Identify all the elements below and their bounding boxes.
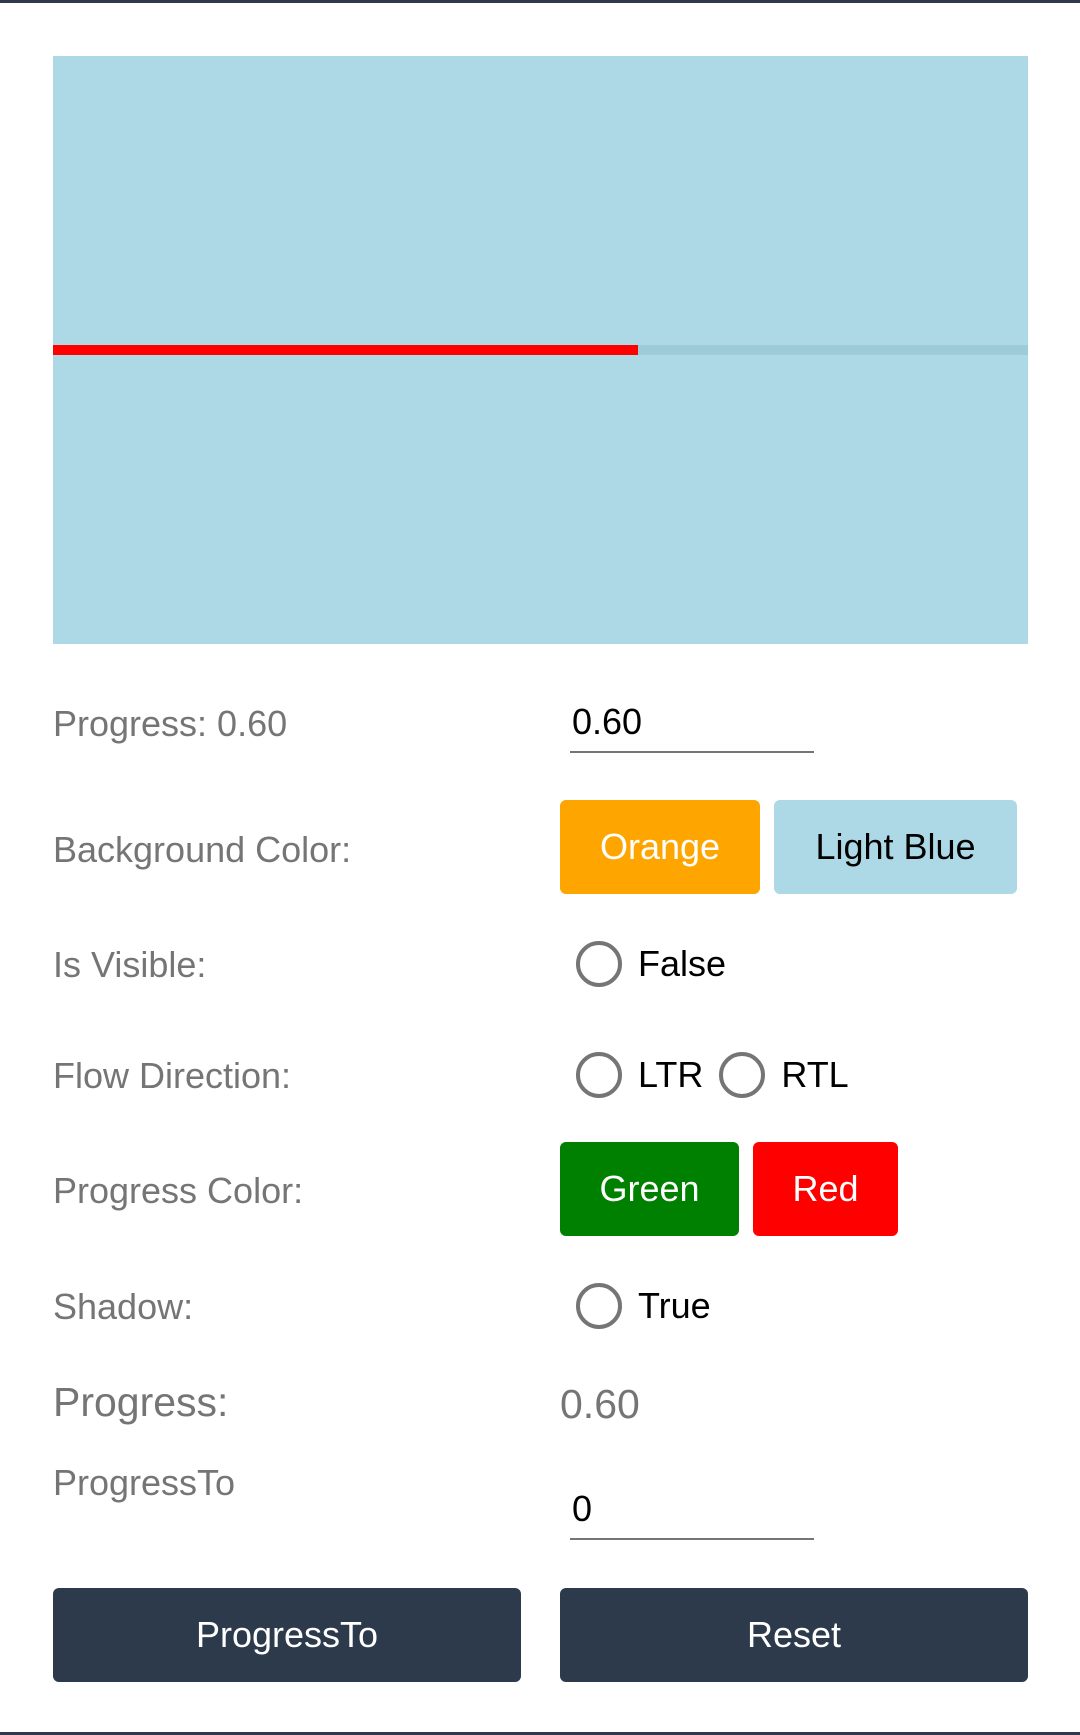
flow-direction-radio-group: LTR RTL (576, 1052, 865, 1098)
orange-button[interactable]: Orange (560, 800, 760, 894)
rtl-radio-circle-icon[interactable] (719, 1052, 766, 1098)
rtl-radio-label[interactable]: RTL (781, 1054, 848, 1096)
progress-value-label: Progress: (53, 1379, 229, 1425)
is-visible-label: Is Visible: (53, 944, 207, 985)
progress-entry-input[interactable] (572, 701, 814, 743)
radio-circle-icon[interactable] (576, 941, 622, 987)
radio-circle-icon[interactable] (576, 1283, 622, 1329)
is-visible-radio-label: False (638, 943, 727, 984)
progress-value-text: 0.60 (560, 1381, 640, 1427)
progress-entry[interactable] (570, 698, 814, 753)
reset-button[interactable]: Reset (560, 1588, 1028, 1682)
light-blue-button[interactable]: Light Blue (774, 800, 1017, 894)
flow-direction-label: Flow Direction: (53, 1055, 292, 1096)
ltr-radio-label[interactable]: LTR (638, 1054, 703, 1096)
progress-to-entry[interactable] (570, 1485, 814, 1540)
background-color-label: Background Color: (53, 829, 352, 870)
shadow-label: Shadow: (53, 1286, 194, 1327)
is-visible-radio[interactable]: False (576, 941, 742, 987)
green-button[interactable]: Green (560, 1142, 739, 1236)
progress-color-label: Progress Color: (53, 1170, 304, 1211)
ltr-radio-circle-icon[interactable] (576, 1052, 622, 1098)
progress-to-entry-input[interactable] (572, 1488, 814, 1530)
progress-to-button[interactable]: ProgressTo (53, 1588, 521, 1682)
progress-bar-preview (53, 56, 1028, 644)
progress-bar-fill (53, 345, 638, 355)
red-button[interactable]: Red (753, 1142, 898, 1236)
progress-to-label: ProgressTo (53, 1462, 236, 1503)
shadow-radio-label: True (638, 1285, 711, 1326)
shadow-radio[interactable]: True (576, 1283, 727, 1329)
progress-label: Progress: 0.60 (53, 703, 288, 744)
progress-bar-track (53, 345, 1028, 355)
top-border (0, 0, 1080, 3)
